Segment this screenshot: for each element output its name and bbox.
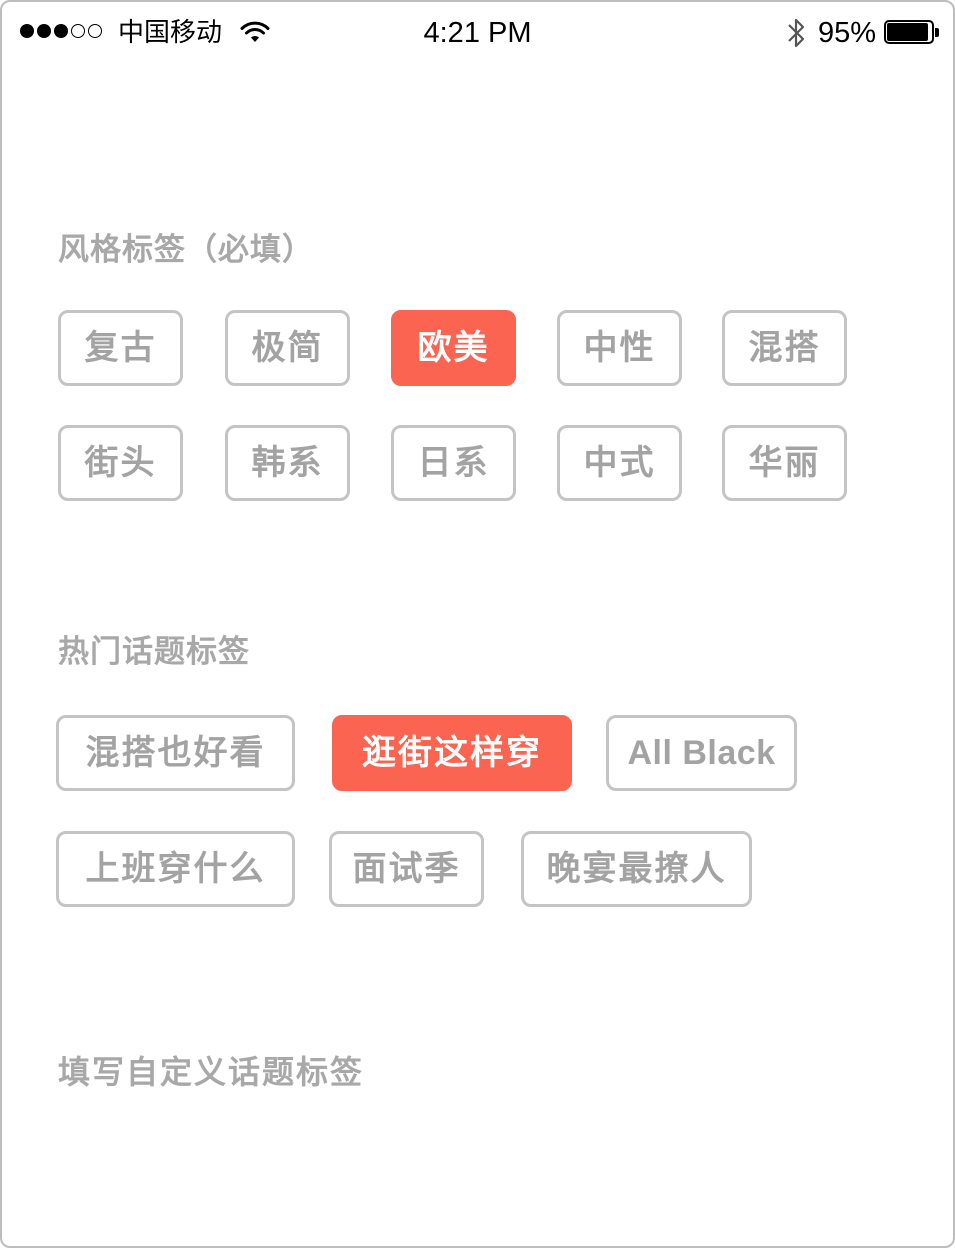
style-tag[interactable]: 混搭: [722, 310, 847, 386]
style-tag[interactable]: 欧美: [391, 310, 516, 386]
topic-tag[interactable]: 混搭也好看: [56, 715, 295, 791]
style-tag[interactable]: 日系: [391, 425, 516, 501]
bluetooth-icon: [788, 18, 805, 48]
topic-tag[interactable]: 逛街这样穿: [332, 715, 572, 791]
style-tag[interactable]: 街头: [58, 425, 183, 501]
style-tags-title: 风格标签（必填）: [58, 232, 314, 268]
battery-fill: [887, 23, 928, 41]
topic-tag[interactable]: 晚宴最撩人: [521, 831, 752, 907]
style-tag[interactable]: 中性: [557, 310, 682, 386]
hot-topic-tags-title: 热门话题标签: [58, 634, 250, 670]
topic-tag[interactable]: 面试季: [329, 831, 484, 907]
topic-tag[interactable]: 上班穿什么: [56, 831, 295, 907]
phone-screen: 中国移动 4:21 PM 95% 风格标签（必填） 复古 极简 欧美 中性 混搭…: [0, 0, 955, 1248]
status-time: 4:21 PM: [423, 17, 532, 49]
style-tag[interactable]: 中式: [557, 425, 682, 501]
style-tag[interactable]: 极简: [225, 310, 350, 386]
battery-icon: [884, 20, 939, 46]
style-tag[interactable]: 韩系: [225, 425, 350, 501]
style-tag[interactable]: 复古: [58, 310, 183, 386]
custom-topic-tag-input[interactable]: [58, 1050, 898, 1094]
battery-percent: 95%: [818, 17, 877, 49]
style-tag[interactable]: 华丽: [722, 425, 847, 501]
topic-tag[interactable]: All Black: [606, 715, 797, 791]
status-bar: 中国移动 4:21 PM 95%: [2, 2, 953, 64]
